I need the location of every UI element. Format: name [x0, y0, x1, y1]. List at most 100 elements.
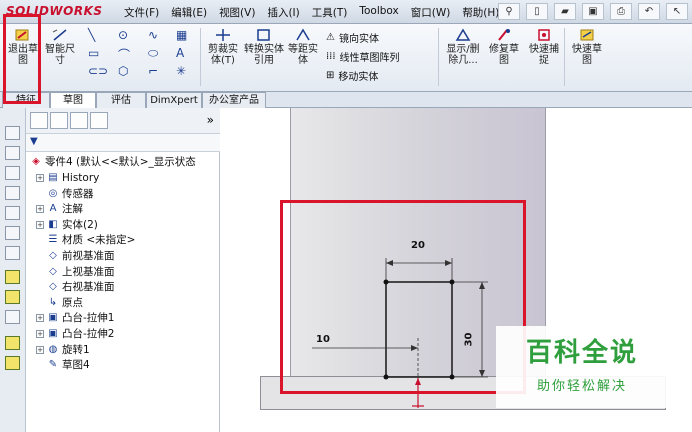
- tree-item-label: 草图4: [62, 359, 90, 372]
- sketch-tool-icon[interactable]: [5, 270, 20, 284]
- tree-item-icon: ▣: [48, 312, 58, 324]
- tree-item-label: History: [62, 172, 100, 184]
- tab-sketch[interactable]: 草图: [50, 92, 96, 108]
- tab-dimxpert[interactable]: DimXpert: [146, 92, 202, 108]
- expand-icon[interactable]: +: [36, 345, 44, 354]
- mirror-entities-button[interactable]: ⚠ 镜向实体: [326, 30, 379, 45]
- tree-item-icon: ↳: [48, 296, 58, 308]
- repair-sketch-button[interactable]: 修复草图: [486, 28, 522, 66]
- quick-snaps-button[interactable]: 快速捕捉: [526, 28, 562, 66]
- point-icon[interactable]: ✳: [176, 64, 186, 78]
- tree-item-label: 旋转1: [62, 343, 90, 356]
- configuration-manager-tab-icon[interactable]: [70, 112, 88, 129]
- menu-file[interactable]: 文件(F): [124, 5, 159, 20]
- text-icon[interactable]: A: [176, 46, 184, 60]
- view-top-icon[interactable]: [5, 166, 20, 180]
- view-section-icon[interactable]: [5, 226, 20, 240]
- filter-icon[interactable]: ▼: [30, 136, 38, 147]
- slot-icon[interactable]: ⊂⊃: [88, 64, 108, 78]
- menu-view[interactable]: 视图(V): [219, 5, 255, 20]
- tree-item[interactable]: ✎ 草图4: [36, 357, 90, 373]
- expand-icon[interactable]: +: [36, 314, 44, 323]
- undo-icon[interactable]: ↶: [638, 3, 660, 20]
- line-icon[interactable]: ╲: [88, 28, 95, 42]
- expand-icon[interactable]: +: [36, 174, 44, 182]
- watermark-title: 百科全说: [525, 338, 638, 368]
- menu-help[interactable]: 帮助(H): [462, 5, 499, 20]
- property-manager-tab-icon[interactable]: [50, 112, 68, 129]
- fillet-icon[interactable]: ⌐: [148, 64, 158, 78]
- move-entities-button[interactable]: ⊞ 移动实体: [326, 68, 378, 83]
- menu-tools[interactable]: 工具(T): [312, 5, 348, 20]
- offset-entities-button[interactable]: 等距实体: [286, 28, 320, 66]
- separator: [200, 28, 201, 86]
- move-icon: ⊞: [326, 70, 335, 81]
- tree-item[interactable]: ◇ 前视基准面: [36, 248, 114, 264]
- tree-item-label: 凸台-拉伸1: [62, 312, 115, 325]
- display-manager-tab-icon[interactable]: [90, 112, 108, 129]
- watermark: 百科全说 助你轻松解决: [496, 326, 668, 408]
- move-label: 移动实体: [338, 72, 379, 83]
- pin-icon[interactable]: ⚲: [498, 3, 520, 20]
- relations-tool-icon[interactable]: [5, 310, 20, 324]
- select-cursor-icon[interactable]: ↖: [666, 3, 688, 20]
- separator: [438, 28, 439, 86]
- smart-dimension-button[interactable]: 智能尺寸: [44, 28, 76, 66]
- rapid-sketch-icon: [580, 29, 594, 41]
- polygon-icon[interactable]: ⬡: [118, 64, 128, 78]
- tree-item[interactable]: + ▤ History: [36, 170, 99, 186]
- convert-entities-button[interactable]: 转换实体引用: [244, 28, 284, 66]
- expand-panel-icon[interactable]: »: [207, 113, 214, 127]
- feature-tree-tab-icon[interactable]: [30, 112, 48, 129]
- view-right-icon[interactable]: [5, 186, 20, 200]
- print-icon[interactable]: ⎙: [610, 3, 632, 20]
- tree-item[interactable]: + ◧ 实体(2): [36, 217, 98, 233]
- tab-evaluate[interactable]: 评估: [96, 92, 146, 108]
- feature-manager: » ▼ ◈ 零件4 (默认<<默认>_显示状态 + ▤ History ◎ 传感器 + A 注…: [26, 108, 220, 432]
- view-front-icon[interactable]: [5, 146, 20, 160]
- tree-item-icon: ▤: [48, 172, 58, 183]
- tree-item[interactable]: + A 注解: [36, 201, 83, 217]
- tree-item[interactable]: ☰ 材质 <未指定>: [36, 232, 136, 248]
- new-document-icon[interactable]: ▯: [526, 3, 548, 20]
- menu-window[interactable]: 窗口(W): [411, 5, 451, 20]
- appearance-tool-icon[interactable]: [5, 356, 20, 370]
- open-folder-icon[interactable]: ▰: [554, 3, 576, 20]
- dimension-tool-icon[interactable]: [5, 290, 20, 304]
- rapid-sketch-label: 快速草图: [572, 44, 602, 66]
- linear-pattern-button[interactable]: ⁞⁞⁞ 线性草图阵列: [326, 49, 400, 64]
- rapid-sketch-button[interactable]: 快速草图: [568, 28, 606, 66]
- view-iso-icon[interactable]: [5, 206, 20, 220]
- tree-item[interactable]: + ▣ 凸台-拉伸1: [36, 310, 114, 326]
- grid-icon[interactable]: ▦: [176, 28, 187, 42]
- display-delete-relations-button[interactable]: 显示/删除几...: [442, 28, 484, 66]
- rectangle-icon[interactable]: ▭: [88, 46, 99, 60]
- circle-icon[interactable]: ⊙: [118, 28, 128, 42]
- repair-sketch-label: 修复草图: [489, 44, 519, 66]
- tree-item-label: 实体(2): [62, 218, 98, 231]
- layer-tool-icon[interactable]: [5, 336, 20, 350]
- menu-toolbox[interactable]: Toolbox: [359, 5, 398, 20]
- view-normal-icon[interactable]: [5, 246, 20, 260]
- expand-icon[interactable]: +: [36, 205, 44, 214]
- spline-icon[interactable]: ∿: [148, 28, 158, 42]
- expand-icon[interactable]: +: [36, 330, 44, 338]
- tree-item[interactable]: ◇ 上视基准面: [36, 264, 114, 280]
- menu-edit[interactable]: 编辑(E): [171, 5, 207, 20]
- tree-item[interactable]: ◇ 右视基准面: [36, 279, 114, 295]
- arc-icon[interactable]: ⌒: [118, 46, 130, 63]
- view-orientation-icon[interactable]: [5, 126, 20, 140]
- tree-item[interactable]: ↳ 原点: [36, 295, 83, 311]
- tree-item[interactable]: + ▣ 凸台-拉伸2: [36, 326, 114, 342]
- ellipse-icon[interactable]: ⬭: [148, 46, 158, 61]
- tab-office-products[interactable]: 办公室产品: [202, 92, 266, 108]
- trim-entities-button[interactable]: 剪裁实体(T): [204, 28, 242, 66]
- menu-insert[interactable]: 插入(I): [267, 5, 299, 20]
- tree-item[interactable]: ◎ 传感器: [36, 186, 94, 202]
- tree-item-label: 注解: [62, 203, 83, 216]
- tree-item[interactable]: + ◍ 旋转1: [36, 342, 90, 358]
- save-icon[interactable]: ▣: [582, 3, 604, 20]
- expand-icon[interactable]: +: [36, 220, 44, 229]
- feature-filter[interactable]: ▼: [26, 134, 220, 152]
- tree-root[interactable]: ◈ 零件4 (默认<<默认>_显示状态: [30, 154, 196, 170]
